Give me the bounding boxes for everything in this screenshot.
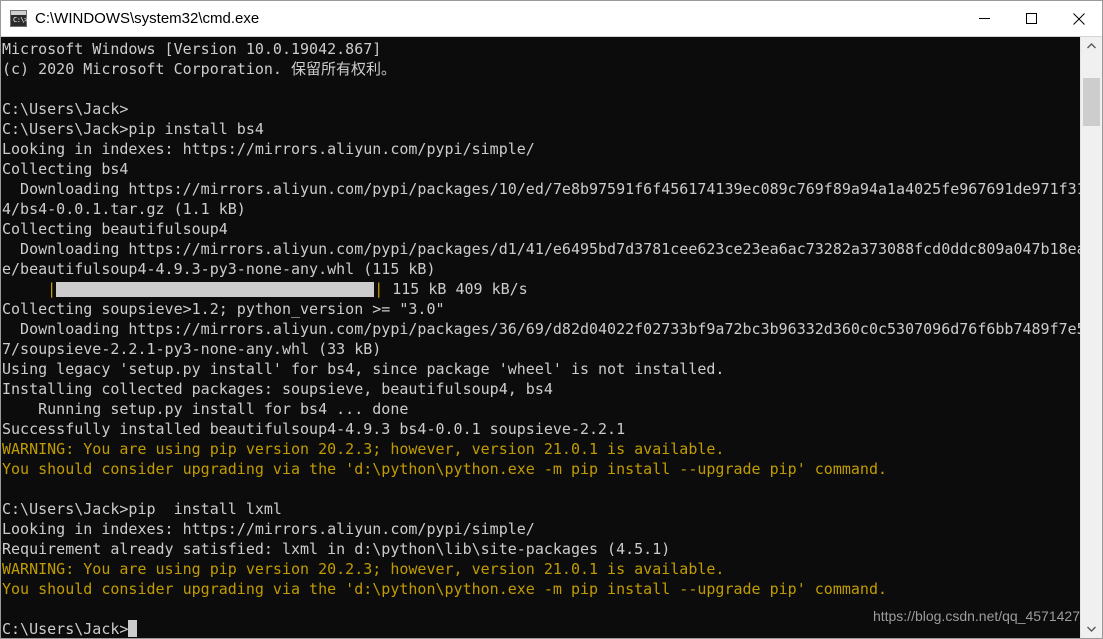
terminal-line: Downloading https://mirrors.aliyun.com/p…	[1, 319, 1086, 339]
terminal-line: Downloading https://mirrors.aliyun.com/p…	[1, 179, 1086, 199]
terminal-line-text: You should consider upgrading via the 'd…	[2, 460, 888, 478]
terminal-line: Collecting soupsieve>1.2; python_version…	[1, 299, 1082, 319]
terminal-line-text: WARNING: You are using pip version 20.2.…	[2, 560, 725, 578]
terminal-line: 7/soupsieve-2.2.1-py3-none-any.whl (33 k…	[1, 339, 1082, 359]
terminal-line: C:\Users\Jack>pip install bs4	[1, 119, 1082, 139]
terminal-line: WARNING: You are using pip version 20.2.…	[1, 439, 1082, 459]
terminal-body[interactable]: Microsoft Windows [Version 10.0.19042.86…	[1, 37, 1102, 638]
maximize-button[interactable]	[1008, 1, 1055, 36]
terminal-line-text: (c) 2020 Microsoft Corporation. 保留所有权利。	[2, 60, 396, 78]
chevron-up-icon	[1087, 43, 1096, 49]
terminal-line-text: Collecting bs4	[2, 160, 129, 178]
progress-bar-fill	[56, 281, 375, 297]
terminal-line: 4/bs4-0.0.1.tar.gz (1.1 kB)	[1, 199, 1082, 219]
terminal-line-text: Collecting beautifulsoup4	[2, 220, 228, 238]
terminal-line-text: e/beautifulsoup4-4.9.3-py3-none-any.whl …	[2, 260, 436, 278]
terminal-line-text: You should consider upgrading via the 'd…	[2, 580, 888, 598]
scrollbar-thumb[interactable]	[1083, 77, 1100, 126]
terminal-line-text: Running setup.py install for bs4 ... don…	[2, 400, 409, 418]
title-bar[interactable]: C:\> C:\WINDOWS\system32\cmd.exe	[1, 0, 1102, 37]
text-cursor	[128, 620, 138, 637]
chevron-down-icon	[1087, 626, 1096, 632]
terminal-prompt-line: C:\Users\Jack>	[1, 619, 1082, 638]
terminal-line-text: 7/soupsieve-2.2.1-py3-none-any.whl (33 k…	[2, 340, 382, 358]
terminal-line: e/beautifulsoup4-4.9.3-py3-none-any.whl …	[1, 259, 1082, 279]
download-progress-bar: | | 115 kB 409 kB/s	[1, 279, 1082, 299]
terminal-line-text: Using legacy 'setup.py install' for bs4,…	[2, 360, 725, 378]
terminal-line: Downloading https://mirrors.aliyun.com/p…	[1, 239, 1086, 259]
console-output: Microsoft Windows [Version 10.0.19042.86…	[1, 39, 1086, 638]
terminal-line: (c) 2020 Microsoft Corporation. 保留所有权利。	[1, 59, 1082, 79]
terminal-line: WARNING: You are using pip version 20.2.…	[1, 559, 1082, 579]
terminal-line-text: Microsoft Windows [Version 10.0.19042.86…	[2, 40, 382, 58]
terminal-line-text: WARNING: You are using pip version 20.2.…	[2, 440, 725, 458]
terminal-line-text: Installing collected packages: soupsieve…	[2, 380, 553, 398]
maximize-icon	[1026, 13, 1037, 24]
vertical-scrollbar[interactable]	[1080, 37, 1102, 638]
terminal-line-text: 4/bs4-0.0.1.tar.gz (1.1 kB)	[2, 200, 246, 218]
terminal-line: Looking in indexes: https://mirrors.aliy…	[1, 139, 1082, 159]
terminal-line-text: Successfully installed beautifulsoup4-4.…	[2, 420, 626, 438]
terminal-line-text: Downloading https://mirrors.aliyun.com/p…	[2, 320, 1086, 338]
terminal-line-text: C:\Users\Jack>	[2, 620, 129, 638]
terminal-line: Collecting beautifulsoup4	[1, 219, 1082, 239]
terminal-line-text: C:\Users\Jack>pip install lxml	[2, 500, 282, 518]
minimize-button[interactable]	[961, 1, 1008, 36]
close-icon	[1072, 12, 1085, 25]
scroll-down-button[interactable]	[1081, 620, 1102, 638]
terminal-line-text: C:\Users\Jack>	[2, 100, 129, 118]
terminal-line: Running setup.py install for bs4 ... don…	[1, 399, 1082, 419]
cmd-window: C:\> C:\WINDOWS\system32\cmd.exe Microso…	[0, 0, 1103, 639]
terminal-line: Installing collected packages: soupsieve…	[1, 379, 1082, 399]
terminal-line: Requirement already satisfied: lxml in d…	[1, 539, 1082, 559]
terminal-line-text: Downloading https://mirrors.aliyun.com/p…	[2, 180, 1086, 198]
terminal-line: Collecting bs4	[1, 159, 1082, 179]
progress-suffix-pipe: |	[374, 280, 384, 298]
terminal-line-text: Looking in indexes: https://mirrors.aliy…	[2, 140, 535, 158]
terminal-line: Microsoft Windows [Version 10.0.19042.86…	[1, 39, 1082, 59]
terminal-line-text: Requirement already satisfied: lxml in d…	[2, 540, 671, 558]
minimize-icon	[979, 18, 990, 19]
terminal-line-text: C:\Users\Jack>pip install bs4	[2, 120, 264, 138]
terminal-line: C:\Users\Jack>	[1, 99, 1082, 119]
terminal-line: Looking in indexes: https://mirrors.aliy…	[1, 519, 1082, 539]
terminal-line-text: Looking in indexes: https://mirrors.aliy…	[2, 520, 535, 538]
terminal-line-text: Collecting soupsieve>1.2; python_version…	[2, 300, 445, 318]
title-bar-left: C:\> C:\WINDOWS\system32\cmd.exe	[1, 10, 961, 27]
terminal-line: Using legacy 'setup.py install' for bs4,…	[1, 359, 1082, 379]
scroll-up-button[interactable]	[1081, 37, 1102, 55]
cmd-icon: C:\>	[10, 10, 28, 27]
terminal-line: C:\Users\Jack>pip install lxml	[1, 499, 1082, 519]
window-controls	[961, 1, 1102, 36]
terminal-line: Successfully installed beautifulsoup4-4.…	[1, 419, 1082, 439]
terminal-line-text: Downloading https://mirrors.aliyun.com/p…	[2, 240, 1086, 258]
cmd-icon-glyph: C:\>	[13, 16, 28, 24]
close-button[interactable]	[1055, 1, 1102, 36]
progress-prefix: |	[2, 280, 57, 298]
progress-status-text: 115 kB 409 kB/s	[383, 280, 528, 298]
terminal-line: You should consider upgrading via the 'd…	[1, 579, 1082, 599]
terminal-line: You should consider upgrading via the 'd…	[1, 459, 1082, 479]
window-title: C:\WINDOWS\system32\cmd.exe	[35, 10, 260, 27]
